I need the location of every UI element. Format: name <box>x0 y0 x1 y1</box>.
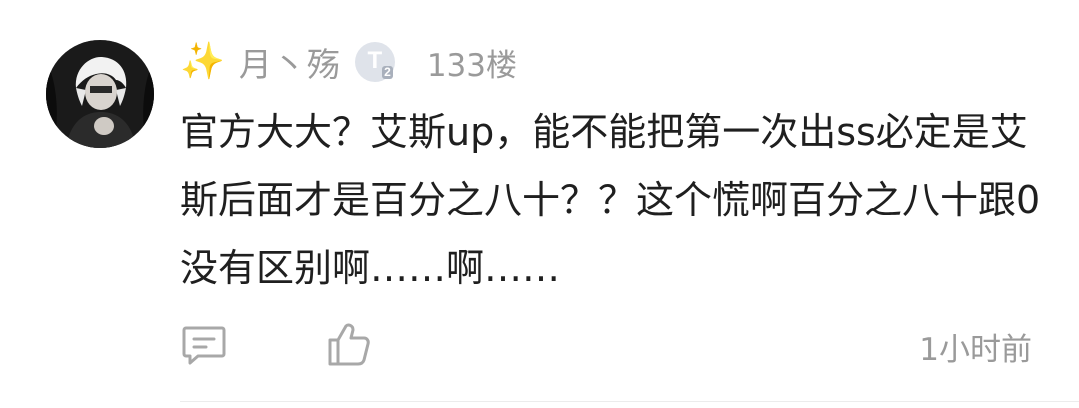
level-badge-sub: 2 <box>382 65 393 79</box>
level-badge-icon: T 2 <box>354 42 395 82</box>
avatar-image <box>46 40 154 148</box>
sparkle-icon: ✨ <box>180 41 225 82</box>
comment-icon[interactable] <box>180 320 228 368</box>
comment-item: ✨ 月丶殇 T 2 133楼 官方大大？艾斯up，能不能把第一次出ss必定是艾斯… <box>0 0 1079 408</box>
username[interactable]: 月丶殇 <box>239 38 341 86</box>
thumbs-up-icon[interactable] <box>324 320 372 368</box>
divider <box>180 401 1079 402</box>
timestamp: 1小时前 <box>919 332 1032 368</box>
level-badge-letter: T <box>367 47 383 74</box>
avatar[interactable] <box>46 40 154 148</box>
comment-text: 官方大大？艾斯up，能不能把第一次出ss必定是艾斯后面才是百分之八十？？这个慌啊… <box>180 110 1041 290</box>
comment-actions: 1小时前 <box>180 318 1050 370</box>
floor-number: 133楼 <box>426 47 517 84</box>
comment-header: ✨ 月丶殇 T 2 133楼 <box>180 34 517 90</box>
